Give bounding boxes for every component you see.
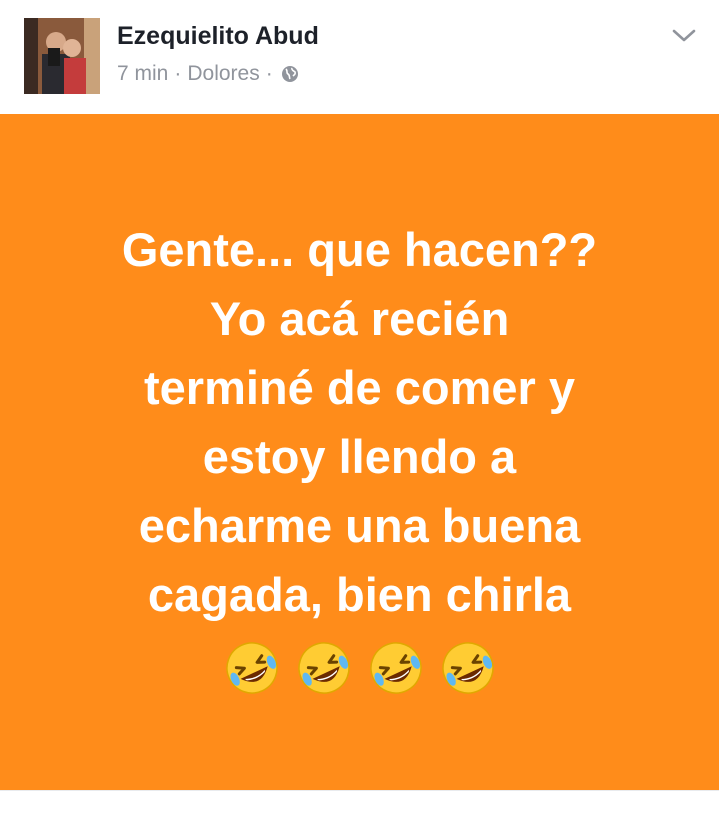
- post-time[interactable]: 7 min: [117, 62, 168, 86]
- rolling-laughing-emoji-icon: [441, 642, 494, 694]
- post-meta: 7 min · Dolores ·: [117, 62, 299, 86]
- status-text: Gente... que hacen?? Yo acá recién termi…: [30, 215, 690, 629]
- rolling-laughing-emoji-icon: [369, 642, 422, 694]
- rolling-laughing-emoji-icon: [297, 642, 350, 694]
- rolling-laughing-emoji-icon: [225, 642, 278, 694]
- status-background-card: Gente... que hacen?? Yo acá recién termi…: [0, 114, 719, 790]
- meta-separator-2: ·: [265, 62, 273, 85]
- status-line: estoy llendo a: [202, 430, 517, 483]
- post-header: Ezequielito Abud 7 min · Dolores ·: [0, 0, 719, 114]
- post-footer: [0, 790, 719, 817]
- post-location[interactable]: Dolores: [187, 62, 259, 86]
- status-line: cagada, bien chirla: [147, 568, 572, 621]
- meta-separator: ·: [174, 62, 182, 85]
- emoji-row: [223, 639, 497, 697]
- status-line: echarme una buena: [138, 499, 581, 552]
- avatar[interactable]: [24, 18, 100, 94]
- status-line: terminé de comer y: [143, 361, 575, 414]
- chevron-down-icon[interactable]: [670, 26, 698, 46]
- status-line: Yo acá recién: [209, 292, 510, 345]
- globe-icon: [281, 66, 298, 82]
- status-line: Gente... que hacen??: [121, 223, 598, 276]
- author-name[interactable]: Ezequielito Abud: [117, 22, 319, 51]
- avatar-photo: [24, 18, 100, 94]
